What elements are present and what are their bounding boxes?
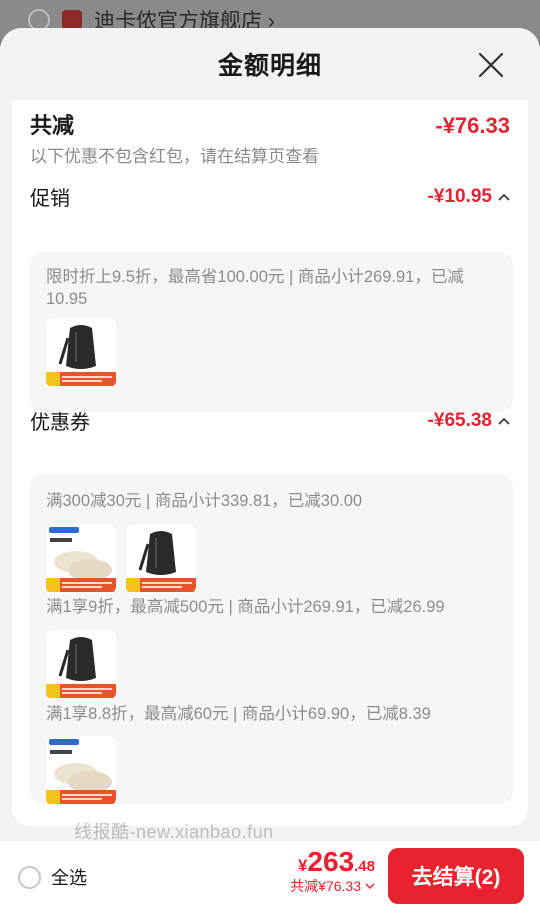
select-all-label: 全选 <box>51 868 87 888</box>
promotion-section-header[interactable]: 促销 -¥10.95 <box>30 182 510 211</box>
checkout-bar: 全选 ¥263.48 共减¥76.33 去结算(2) <box>0 841 540 909</box>
total-discount-amount: -¥76.33 <box>435 113 510 138</box>
promotion-rule-card: 限时折上9.5折，最高省100.00元 | 商品小计269.91，已减10.95 <box>29 252 513 412</box>
product-thumbnail-backpack[interactable] <box>46 630 116 700</box>
chevron-down-icon <box>365 882 375 889</box>
total-discount-row: 共减 -¥76.33 <box>30 108 510 140</box>
select-all-toggle[interactable]: 全选 <box>18 864 87 890</box>
product-thumbnail-shoes[interactable] <box>46 524 116 594</box>
total-price: ¥263.48 <box>290 846 375 878</box>
select-all-radio[interactable] <box>18 865 41 889</box>
price-currency: ¥ <box>297 856 308 875</box>
discount-note: 以下优惠不包含红包，请在结算页查看 <box>30 147 319 166</box>
amount-detail-sheet: 金额明细 共减 -¥76.33 以下优惠不包含红包，请在结算页查看 促销 -¥1… <box>0 28 540 841</box>
coupon-label: 优惠券 <box>30 412 90 434</box>
coupon-amount: -¥65.38 <box>427 409 492 431</box>
product-thumbnail-shoes[interactable] <box>46 736 116 806</box>
coupon-rule-card: 满300减30元 | 商品小计339.81，已减30.00 满1享9折，最高减5… <box>29 474 513 806</box>
coupon-rule-text: 满1享9折，最高减500元 | 商品小计269.91，已减26.99 <box>46 598 445 616</box>
saved-amount: 共减¥76.33 <box>290 878 361 894</box>
sheet-title: 金额明细 <box>217 52 322 80</box>
saved-amount-toggle[interactable]: 共减¥76.33 <box>290 876 375 896</box>
promotion-label: 促销 <box>30 188 70 210</box>
chevron-up-icon[interactable] <box>498 193 510 201</box>
shop-icon <box>62 10 82 30</box>
total-discount-label: 共减 <box>30 113 75 138</box>
price-decimal: .48 <box>354 858 375 875</box>
product-thumbnail-backpack[interactable] <box>46 318 116 388</box>
product-thumbnail-backpack[interactable] <box>126 524 196 594</box>
discount-detail-panel: 共减 -¥76.33 以下优惠不包含红包，请在结算页查看 促销 -¥10.95 … <box>12 100 528 826</box>
coupon-section-header[interactable]: 优惠券 -¥65.38 <box>30 406 510 435</box>
sheet-header: 金额明细 <box>0 28 540 100</box>
price-integer: 263 <box>307 846 355 877</box>
close-icon[interactable] <box>478 52 504 78</box>
coupon-rule-text: 满1享8.8折，最高减60元 | 商品小计69.90，已减8.39 <box>46 705 431 723</box>
total-price-block: ¥263.48 共减¥76.33 <box>290 846 375 896</box>
chevron-up-icon[interactable] <box>498 417 510 425</box>
promotion-amount: -¥10.95 <box>427 185 492 207</box>
promotion-rule-text: 限时折上9.5折，最高省100.00元 | 商品小计269.91，已减10.95 <box>46 268 464 308</box>
coupon-rule-text: 满300减30元 | 商品小计339.81，已减30.00 <box>46 492 363 510</box>
checkout-button[interactable]: 去结算(2) <box>388 848 524 904</box>
